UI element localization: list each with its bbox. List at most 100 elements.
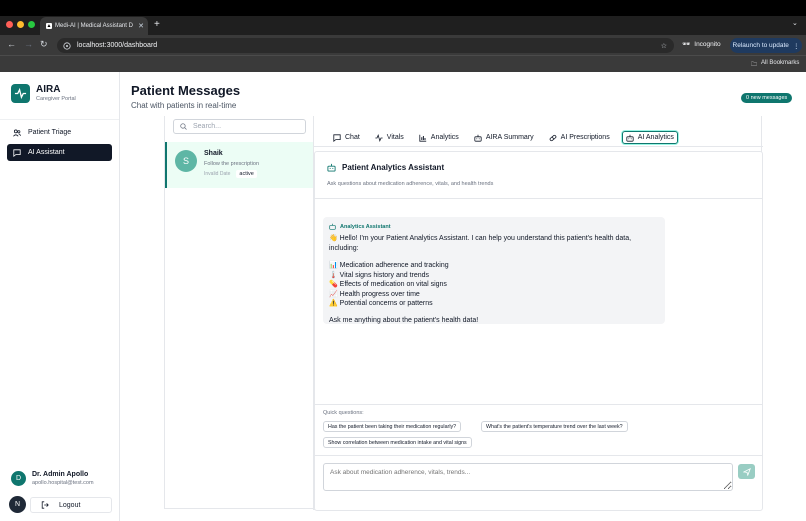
users-icon — [13, 129, 21, 136]
browser-tab[interactable]: ▲ Medi-AI | Medical Assistant D ✕ — [40, 17, 148, 35]
conversation-last-message: Follow the prescription — [204, 161, 260, 167]
status-badge: active — [236, 170, 257, 178]
logout-label: Logout — [59, 501, 81, 509]
quick-question-button[interactable]: Has the patient been taking their medica… — [323, 421, 462, 432]
window-controls — [6, 21, 35, 28]
brand: AIRA Caregiver Portal — [11, 84, 76, 103]
sidebar-divider — [0, 119, 119, 120]
bot-icon — [474, 134, 482, 142]
search-input[interactable]: Search... — [193, 123, 221, 130]
dev-badge[interactable]: N — [9, 496, 26, 513]
back-icon[interactable]: ← — [7, 39, 16, 49]
forward-icon[interactable]: → — [24, 39, 33, 49]
bot-icon — [626, 134, 634, 142]
tab-label: AI Analytics — [637, 134, 674, 141]
logout-button[interactable]: Logout — [30, 497, 112, 513]
new-tab-icon[interactable]: + — [154, 19, 160, 30]
sidebar-item-label: Patient Triage — [28, 129, 72, 136]
send-button[interactable] — [738, 464, 755, 479]
incognito-icon: 🕶 — [682, 41, 691, 48]
reload-icon[interactable]: ↻ — [40, 39, 48, 50]
patient-tabs: Chat Vitals Analytics AIRA Summary AI Pr… — [328, 129, 763, 146]
bookmark-star-icon[interactable]: ☆ — [661, 42, 667, 50]
site-info-icon[interactable] — [63, 41, 71, 50]
message-sender: Analytics Assistant — [329, 223, 659, 230]
analytics-assistant-card: Patient Analytics Assistant Ask question… — [314, 151, 763, 511]
tab-analytics[interactable]: Analytics — [416, 131, 462, 144]
more-menu-icon[interactable]: ⋮ — [793, 42, 800, 50]
conversation-item[interactable]: S Shaik Follow the prescription Invalid … — [165, 142, 314, 188]
maximize-window-button[interactable] — [28, 21, 35, 28]
tab-chat[interactable]: Chat — [330, 131, 363, 144]
browser-tab-title: Medi-AI | Medical Assistant D — [55, 23, 133, 29]
message-intro: 👋 Hello! I'm your Patient Analytics Assi… — [329, 235, 632, 252]
incognito-label: Incognito — [694, 40, 721, 48]
main-content: Patient Messages Chat with patients in r… — [120, 72, 806, 521]
brand-subtitle: Caregiver Portal — [36, 96, 76, 102]
minimize-window-button[interactable] — [17, 21, 24, 28]
tab-aira-summary[interactable]: AIRA Summary — [471, 131, 537, 144]
bar-chart-icon — [419, 134, 426, 142]
relaunch-button[interactable]: Relaunch to update ⋮ — [730, 38, 802, 53]
message-closing: Ask me anything about the patient's heal… — [329, 316, 479, 324]
avatar: S — [175, 150, 197, 172]
input-divider — [315, 455, 762, 456]
search-box[interactable]: Search... — [173, 119, 306, 134]
list-item: 💊 Effects of medication on vital signs — [329, 281, 447, 288]
bot-icon — [327, 163, 336, 172]
message-square-icon — [13, 148, 21, 157]
assistant-divider — [315, 198, 762, 199]
sidebar-item-ai-assistant[interactable]: AI Assistant — [7, 144, 112, 161]
sidebar-item-label: AI Assistant — [28, 149, 65, 156]
incognito-indicator[interactable]: 🕶 Incognito — [682, 40, 721, 49]
assistant-message: Analytics Assistant 👋 Hello! I'm your Pa… — [323, 217, 665, 324]
message-list: 📊 Medication adherence and tracking 🌡️ V… — [329, 261, 659, 309]
assistant-header: Patient Analytics Assistant — [327, 163, 444, 172]
new-messages-badge: 0 new messages — [741, 93, 793, 103]
bot-icon — [329, 223, 336, 230]
relaunch-label: Relaunch to update — [732, 42, 789, 49]
tab-label: AIRA Summary — [485, 134, 534, 141]
quick-question-button[interactable]: Show correlation between medication inta… — [323, 437, 472, 448]
brand-name: AIRA — [36, 84, 61, 95]
quick-questions-divider — [315, 404, 762, 405]
sidebar-item-patient-triage[interactable]: Patient Triage — [7, 124, 112, 141]
tab-label: Chat — [345, 134, 360, 141]
tab-label: AI Prescriptions — [560, 134, 610, 141]
favicon-icon: ▲ — [46, 23, 52, 29]
user-name: Dr. Admin Apollo — [32, 471, 89, 478]
assistant-title: Patient Analytics Assistant — [342, 163, 445, 172]
all-bookmarks-button[interactable]: 🗀 All Bookmarks — [751, 60, 799, 70]
message-square-icon — [333, 133, 341, 142]
quick-questions-label: Quick questions: — [323, 410, 364, 416]
page-title: Patient Messages — [131, 83, 241, 98]
browser-toolbar: ← → ↻ localhost:3000/dashboard ☆ 🕶 Incog… — [0, 35, 806, 55]
activity-logo-icon — [11, 84, 30, 103]
user-profile[interactable]: D Dr. Admin Apollo apollo.hospital@test.… — [7, 465, 112, 492]
all-bookmarks-label: All Bookmarks — [761, 60, 800, 66]
app: AIRA Caregiver Portal Patient Triage AI … — [0, 72, 806, 521]
chat-panel: Chat Vitals Analytics AIRA Summary AI Pr… — [313, 116, 763, 511]
address-bar[interactable]: localhost:3000/dashboard ☆ — [57, 38, 674, 53]
conversation-date: Invalid Date — [204, 171, 231, 177]
quick-question-button[interactable]: What's the patient's temperature trend o… — [481, 421, 628, 432]
conversation-list: Search... S Shaik Follow the prescriptio… — [164, 116, 314, 509]
tab-label: Analytics — [430, 134, 459, 141]
chat-input[interactable] — [323, 463, 733, 491]
pill-icon — [549, 134, 556, 141]
url-text: localhost:3000/dashboard — [77, 42, 158, 49]
tabs-divider — [314, 146, 763, 147]
close-window-button[interactable] — [6, 21, 13, 28]
search-icon — [180, 123, 187, 130]
list-item: ⚠️ Potential concerns or patterns — [329, 300, 433, 307]
message-sender-label: Analytics Assistant — [340, 223, 391, 230]
close-tab-icon[interactable]: ✕ — [138, 22, 144, 30]
logout-icon — [41, 501, 49, 509]
tab-ai-analytics[interactable]: AI Analytics — [621, 131, 678, 144]
tab-vitals[interactable]: Vitals — [372, 131, 407, 144]
send-icon — [742, 467, 751, 476]
tab-ai-prescriptions[interactable]: AI Prescriptions — [546, 131, 613, 144]
activity-icon — [375, 133, 383, 142]
bookmarks-bar: 🗀 All Bookmarks — [0, 55, 806, 72]
tab-search-icon[interactable]: ⌄ — [792, 19, 798, 27]
